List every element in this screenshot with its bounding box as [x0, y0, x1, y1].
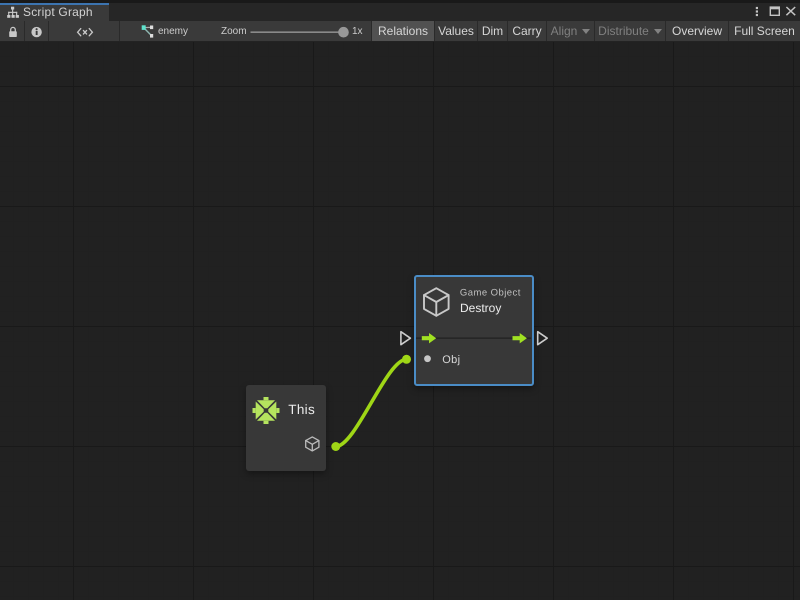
svg-text:Obj: Obj	[442, 354, 460, 366]
svg-text:This: This	[288, 402, 315, 417]
svg-text:Game Object: Game Object	[460, 287, 521, 298]
svg-text:Destroy: Destroy	[460, 301, 501, 315]
